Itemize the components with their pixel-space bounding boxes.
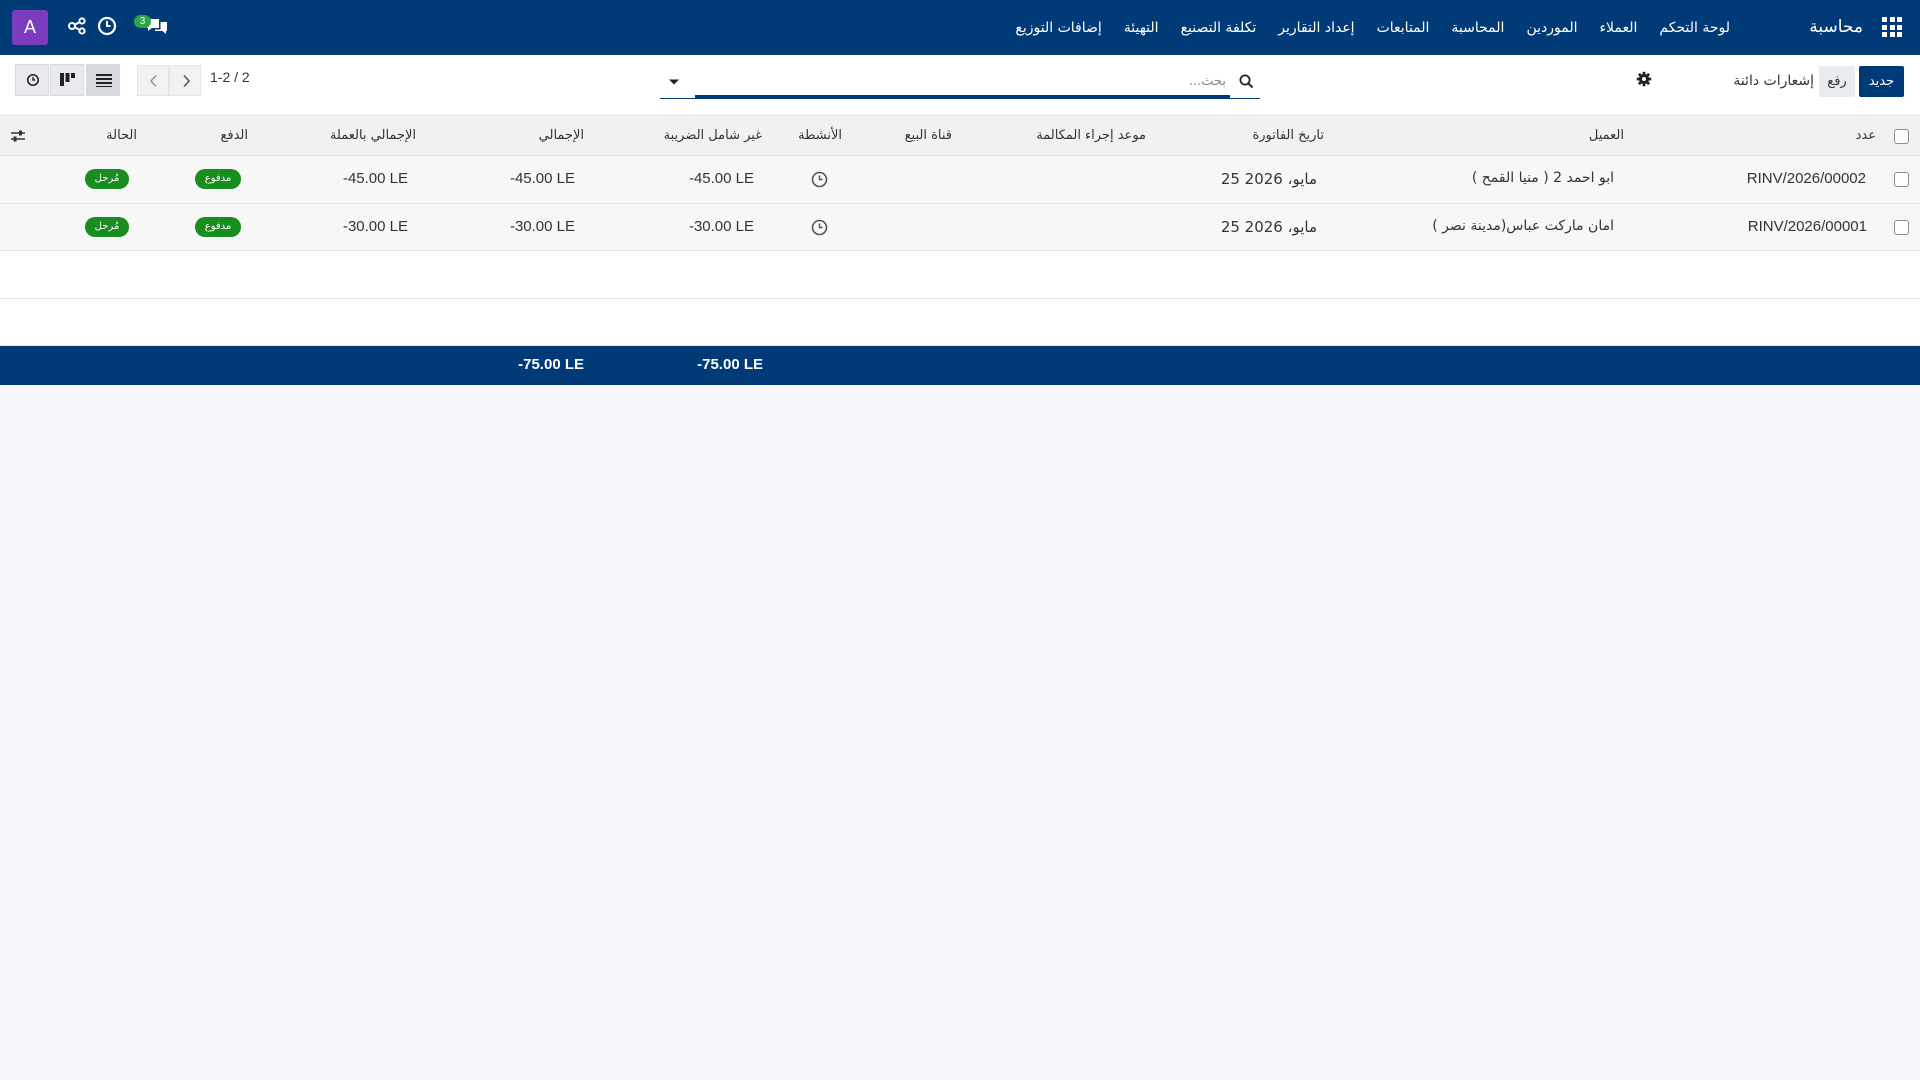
column-header-status[interactable]: الحالة	[106, 128, 137, 143]
list-view-button[interactable]	[86, 64, 120, 96]
row-total: -30.00 LE	[509, 217, 575, 235]
apps-grid-icon[interactable]	[1882, 17, 1902, 37]
column-header-untaxed[interactable]: غير شامل الضريبة	[664, 128, 762, 143]
top-navbar: محاسبة لوحة التحكم العملاء الموردين المح…	[0, 0, 1920, 55]
search-underline	[695, 95, 1230, 98]
caret-down-icon[interactable]	[666, 74, 682, 90]
row-invoice-date: 25 مايو، 2026	[1220, 217, 1317, 236]
avatar[interactable]: A	[12, 10, 48, 45]
column-header-total[interactable]: الإجمالي	[539, 128, 584, 143]
payment-status-badge: مدفوع	[195, 169, 241, 189]
menu-item-reporting[interactable]: إعداد التقارير	[1278, 20, 1354, 36]
row-untaxed: -45.00 LE	[688, 170, 754, 187]
main-menu: لوحة التحكم العملاء الموردين المحاسبة ال…	[993, 0, 1730, 55]
menu-item-followups[interactable]: المتابعات	[1377, 20, 1430, 36]
column-header-invoice-date[interactable]: تاريخ الفاتورة	[1252, 128, 1324, 143]
messages-count-badge: 3	[134, 15, 151, 28]
menu-item-dashboard[interactable]: لوحة التحكم	[1659, 20, 1730, 36]
column-header-customer[interactable]: العميل	[1589, 128, 1624, 143]
column-header-number[interactable]: عدد	[1856, 128, 1876, 143]
chevron-left-icon	[149, 74, 157, 88]
row-untaxed: -30.00 LE	[688, 217, 754, 235]
activity-clock-icon[interactable]	[811, 219, 828, 236]
menu-item-accounting[interactable]: المحاسبة	[1451, 20, 1504, 36]
empty-row	[0, 298, 1920, 346]
activity-clock-icon[interactable]	[811, 171, 828, 188]
clock-icon[interactable]	[97, 16, 117, 36]
row-customer: امان ماركت عباس(مدينة نصر )	[1432, 217, 1614, 234]
upload-button[interactable]: رفع	[1819, 66, 1855, 97]
menu-item-customers[interactable]: العملاء	[1599, 20, 1637, 36]
menu-item-distribution-addons[interactable]: إضافات التوزيع	[1015, 20, 1101, 36]
empty-row	[0, 251, 1920, 299]
menu-item-configuration[interactable]: التهيئة	[1124, 20, 1159, 36]
pager-previous-button[interactable]	[137, 65, 169, 96]
footer-untaxed-total: -75.00 LE	[697, 356, 763, 373]
menu-item-manufacturing-cost[interactable]: تكلفة التصنيع	[1181, 20, 1257, 36]
page-title: إشعارات دائنة	[1733, 73, 1814, 89]
row-total-currency: -45.00 LE	[342, 170, 408, 187]
status-badge: مُرحل	[85, 169, 129, 189]
column-header-activities[interactable]: الأنشطة	[798, 128, 842, 143]
column-header-call-appointment[interactable]: موعد إجراء المكالمة	[1036, 128, 1146, 143]
search-icon	[1239, 74, 1254, 89]
search-bar	[660, 66, 1260, 99]
gear-icon[interactable]	[1636, 71, 1652, 87]
pager-value[interactable]: 1-2 / 2	[210, 69, 250, 85]
new-button[interactable]: جديد	[1859, 66, 1904, 97]
pager-next-button[interactable]	[169, 65, 201, 96]
column-header-sales-channel[interactable]: قناة البيع	[905, 128, 952, 143]
row-number: RINV/2026/00002	[1746, 170, 1866, 187]
chevron-right-icon	[183, 74, 191, 88]
app-name[interactable]: محاسبة	[1809, 17, 1863, 37]
row-total: -45.00 LE	[509, 170, 575, 187]
row-total-currency: -30.00 LE	[342, 217, 408, 235]
table-header: عدد العميل تاريخ الفاتورة موعد إجراء الم…	[0, 117, 1920, 156]
table-row[interactable]: RINV/2026/00001 امان ماركت عباس(مدينة نص…	[0, 203, 1920, 251]
row-invoice-date: 25 مايو، 2026	[1220, 170, 1317, 188]
list-view-icon	[96, 74, 112, 87]
table-footer-totals: -75.00 LE -75.00 LE	[0, 346, 1920, 385]
select-all-checkbox[interactable]	[1894, 129, 1909, 144]
kanban-view-button[interactable]	[50, 64, 84, 96]
control-panel: جديد رفع إشعارات دائنة 1-2 / 2	[0, 55, 1920, 116]
payment-status-badge: مدفوع	[195, 216, 241, 237]
optional-columns-icon[interactable]	[10, 129, 26, 143]
row-checkbox[interactable]	[1894, 172, 1909, 187]
activity-view-button[interactable]	[15, 64, 49, 96]
share-icon[interactable]	[67, 16, 87, 36]
row-customer: ابو احمد 2 ( منيا القمح )	[1471, 170, 1614, 186]
table-row[interactable]: RINV/2026/00002 ابو احمد 2 ( منيا القمح …	[0, 156, 1920, 204]
status-badge: مُرحل	[85, 216, 129, 237]
footer-total: -75.00 LE	[518, 356, 584, 373]
column-header-payment[interactable]: الدفع	[220, 128, 248, 143]
search-input[interactable]	[695, 66, 1230, 96]
kanban-view-icon	[60, 73, 75, 86]
row-number: RINV/2026/00001	[1747, 217, 1867, 235]
row-checkbox[interactable]	[1894, 219, 1909, 235]
menu-item-vendors[interactable]: الموردين	[1526, 20, 1577, 36]
credit-notes-table: عدد العميل تاريخ الفاتورة موعد إجراء الم…	[0, 117, 1920, 385]
column-header-total-currency[interactable]: الإجمالي بالعملة	[330, 128, 416, 143]
clock-icon	[26, 73, 40, 87]
